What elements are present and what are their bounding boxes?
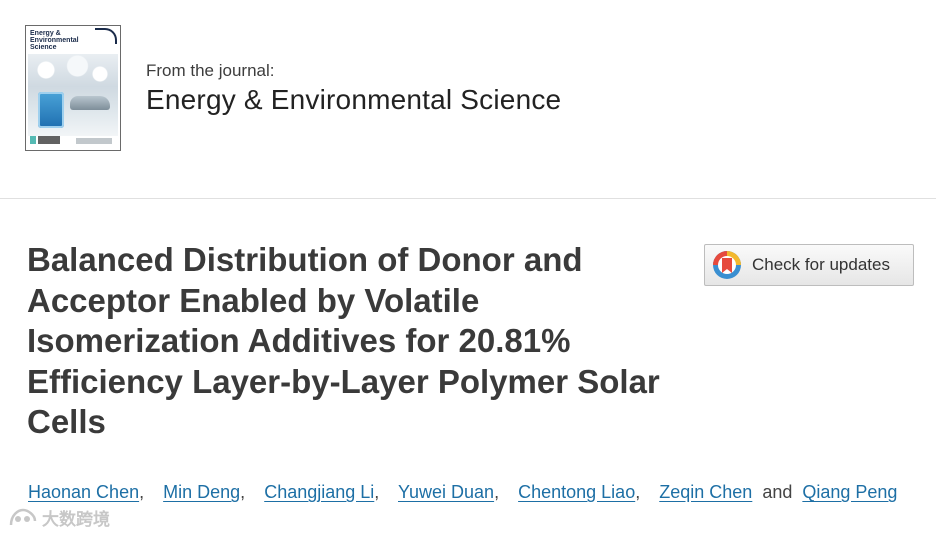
cover-snow-graphic — [28, 54, 118, 94]
cover-footer — [76, 138, 112, 144]
cover-battery-graphic — [38, 92, 64, 128]
watermark: 大数跨境 — [8, 505, 110, 530]
header-divider — [0, 198, 936, 199]
from-journal-label: From the journal: — [146, 61, 275, 80]
article-page: Energy & Environmental Science From the … — [0, 0, 936, 534]
author-separator: , — [635, 482, 641, 502]
cover-artwork — [28, 54, 118, 136]
author-separator: , — [374, 482, 380, 502]
watermark-logo-icon — [9, 508, 37, 525]
author-link[interactable]: Qiang Peng — [802, 482, 897, 502]
article-title: Balanced Distribution of Donor and Accep… — [27, 241, 660, 440]
author-link[interactable]: Chentong Liao — [518, 482, 635, 502]
crossmark-icon — [713, 251, 741, 279]
author-link[interactable]: Haonan Chen — [28, 482, 139, 502]
publisher-logo — [30, 136, 60, 144]
cover-car-graphic — [70, 96, 110, 110]
author-separator: , — [240, 482, 246, 502]
cover-title: Energy & Environmental Science — [30, 30, 79, 51]
journal-name-link[interactable]: Energy & Environmental Science — [146, 84, 561, 116]
check-for-updates-button[interactable]: Check for updates — [704, 244, 914, 286]
watermark-text: 大数跨境 — [42, 510, 110, 530]
author-conjunction: and — [762, 482, 793, 502]
check-for-updates-label: Check for updates — [752, 255, 890, 274]
author-separator: , — [139, 482, 145, 502]
author-link[interactable]: Changjiang Li — [264, 482, 374, 502]
cover-ring-graphic — [95, 28, 117, 44]
author-link[interactable]: Min Deng — [163, 482, 240, 502]
author-separator: , — [494, 482, 500, 502]
author-list: Haonan Chen, Min Deng, Changjiang Li, Yu… — [28, 482, 897, 503]
author-link[interactable]: Zeqin Chen — [659, 482, 752, 502]
journal-cover-image[interactable]: Energy & Environmental Science — [25, 25, 121, 151]
author-link[interactable]: Yuwei Duan — [398, 482, 494, 502]
